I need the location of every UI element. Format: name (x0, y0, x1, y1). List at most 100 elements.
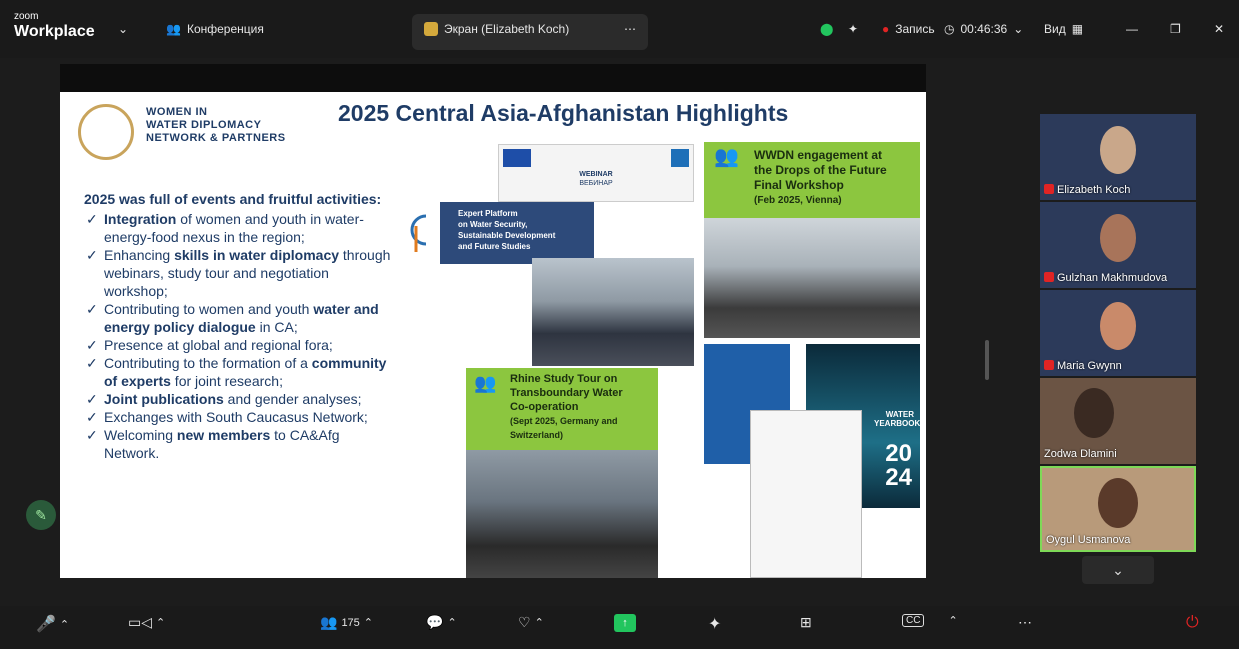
record-dot-icon: ● (882, 22, 890, 36)
cc-icon: CC (902, 614, 925, 627)
video-button[interactable]: ▭◁ ⌃ (128, 614, 165, 631)
share-button[interactable]: ↑ (614, 614, 636, 632)
rhine-line: Transboundary Water (510, 387, 623, 399)
participant-name-wrap: Elizabeth Koch (1044, 184, 1130, 196)
more-options-icon[interactable]: ⋯ (624, 22, 636, 36)
rhine-line: Rhine Study Tour on (510, 373, 618, 385)
chevron-up-icon[interactable]: ⌃ (60, 618, 69, 631)
list-lead: 2025 was full of events and fruitful act… (84, 191, 382, 207)
minimize-icon[interactable]: — (1126, 22, 1138, 36)
expert-platform-group-photo (532, 258, 694, 366)
top-bar: zoom Workplace ⌄ 👥 Конференция Экран (El… (0, 0, 1239, 58)
muted-mic-icon (1044, 272, 1054, 282)
security-shield-icon[interactable]: ⬤ (820, 22, 833, 36)
wwdn-engagement-box: 👥 WWDN engagement at the Drops of the Fu… (704, 142, 920, 218)
clock-icon: ◷ (944, 22, 955, 36)
leave-button[interactable]: ⏻ (1186, 614, 1199, 632)
wwdn-logo-icon (78, 104, 134, 160)
highlight-bold: new members (176, 427, 271, 443)
participant-tile[interactable]: Zodwa Dlamini (1040, 378, 1196, 464)
chevron-up-icon[interactable]: ⌃ (948, 614, 957, 627)
conference-label: Конференция (186, 22, 264, 36)
chat-icon: 💬 (426, 614, 444, 630)
conference-button[interactable]: 👥 Конференция (166, 22, 264, 36)
expert-platform-banner: Expert Platform on Water Security, Susta… (440, 202, 594, 264)
close-icon[interactable]: ✕ (1214, 22, 1224, 36)
chevron-up-icon[interactable]: ⌃ (447, 616, 456, 629)
highlight-text: Contributing to the formation of a (104, 355, 312, 371)
highlight-item: Joint publications and gender analyses; (84, 390, 394, 408)
org-name-line: NETWORK & PARTNERS (146, 132, 286, 144)
highlight-text: in CA; (255, 319, 298, 335)
shared-screen-label: Экран (Elizabeth Koch) (444, 22, 570, 36)
avatar-icon (424, 22, 438, 36)
yearbook-year-b: 24 (885, 464, 912, 491)
heart-icon: ♡ (518, 614, 531, 630)
view-button[interactable]: Вид ▦ (1044, 22, 1083, 36)
highlight-text: Exchanges with South Caucasus Network; (104, 409, 368, 425)
chevron-up-icon[interactable]: ⌃ (535, 616, 544, 629)
org-name-line: WOMEN IN (146, 106, 208, 118)
apps-icon: ⊞ (800, 614, 812, 630)
captions-button[interactable]: CC ⌃ (902, 614, 958, 627)
participants-count: 175 (341, 616, 360, 629)
participant-tile[interactable]: Maria Gwynn (1040, 290, 1196, 376)
share-arrow-icon: ↑ (614, 614, 636, 632)
rhine-study-tour-box: 👥 Rhine Study Tour on Transboundary Wate… (466, 368, 658, 450)
highlight-text: Presence at global and regional fora; (104, 337, 333, 353)
participant-tile[interactable]: Gulzhan Makhmudova (1040, 202, 1196, 288)
webinar-title: WEBINAR (579, 171, 613, 178)
highlight-item: Welcoming new members to CA&Afg Network. (84, 426, 394, 462)
more-button[interactable]: ⋯ (1018, 614, 1032, 631)
participant-name: Elizabeth Koch (1057, 184, 1131, 196)
highlights-list: 2025 was full of events and fruitful act… (84, 190, 394, 462)
video-icon: ▭◁ (128, 614, 152, 630)
apps-button[interactable]: ⊞ (800, 614, 812, 631)
vienna-group-photo (704, 218, 920, 338)
expert-platform-line: and Future Studies (458, 242, 531, 251)
panel-resize-handle[interactable] (985, 340, 989, 380)
participant-name: Maria Gwynn (1057, 360, 1122, 372)
app-menu-chevron-icon[interactable]: ⌄ (118, 22, 128, 36)
sparkle-icon[interactable]: ✦ (848, 22, 858, 36)
participant-name-wrap: Gulzhan Makhmudova (1044, 272, 1167, 284)
more-icon: ⋯ (1018, 614, 1032, 630)
react-button[interactable]: ♡ ⌃ (518, 614, 544, 631)
participants-button[interactable]: 👥 175 ⌃ (320, 614, 373, 631)
participant-name: Gulzhan Makhmudova (1057, 272, 1168, 284)
mute-button[interactable]: 🎤 ⌃ (36, 614, 69, 634)
participant-name-wrap: Maria Gwynn (1044, 360, 1122, 372)
slide-top-bar (60, 64, 926, 92)
people-location-icon: 👥 (714, 146, 739, 168)
chevron-up-icon[interactable]: ⌃ (156, 616, 165, 629)
participants-scroll-down-icon[interactable]: ⌄ (1082, 556, 1154, 584)
leave-icon: ⏻ (1186, 614, 1199, 631)
bottom-toolbar: 🎤 ⌃ ▭◁ ⌃ 👥 175 ⌃ 💬 ⌃ ♡ ⌃ ↑ ✦ ⊞ CC ⌃ ⋯ ⏻ (0, 606, 1239, 649)
participant-face (1100, 302, 1136, 350)
record-label: Запись (895, 22, 935, 36)
highlight-bold: Joint publications (104, 391, 224, 407)
rhine-line: Co-operation (510, 401, 579, 413)
expert-platform-line: Sustainable Development (458, 231, 556, 240)
org-name-line: WATER DIPLOMACY (146, 119, 262, 131)
muted-mic-icon (1044, 360, 1054, 370)
chevron-up-icon[interactable]: ⌃ (364, 616, 373, 629)
chat-button[interactable]: 💬 ⌃ (426, 614, 457, 631)
restore-icon[interactable]: ❐ (1170, 22, 1181, 36)
participant-face (1100, 214, 1136, 262)
publication-cover-white (750, 410, 862, 578)
recording-indicator[interactable]: ● Запись (882, 22, 935, 36)
shared-slide: WOMEN IN WATER DIPLOMACY NETWORK & PARTN… (60, 92, 926, 578)
highlight-item: Integration of women and youth in water-… (84, 210, 394, 246)
highlight-item: Presence at global and regional fora; (84, 336, 394, 354)
wwdn-line: the Drops of the Future (754, 163, 887, 177)
participant-tile[interactable]: Elizabeth Koch (1040, 114, 1196, 200)
highlight-text: and gender analyses; (223, 391, 362, 407)
annotate-pen-icon[interactable]: ✎ (26, 500, 56, 530)
participant-face (1074, 388, 1114, 438)
meeting-timer[interactable]: ◷ 00:46:36 ⌄ (944, 22, 1023, 36)
participant-tile-active[interactable]: Oygul Usmanova (1040, 466, 1196, 552)
highlight-item: Enhancing skills in water diplomacy thro… (84, 246, 394, 300)
highlight-text: Welcoming (104, 427, 177, 443)
ai-companion-button[interactable]: ✦ (708, 614, 721, 634)
